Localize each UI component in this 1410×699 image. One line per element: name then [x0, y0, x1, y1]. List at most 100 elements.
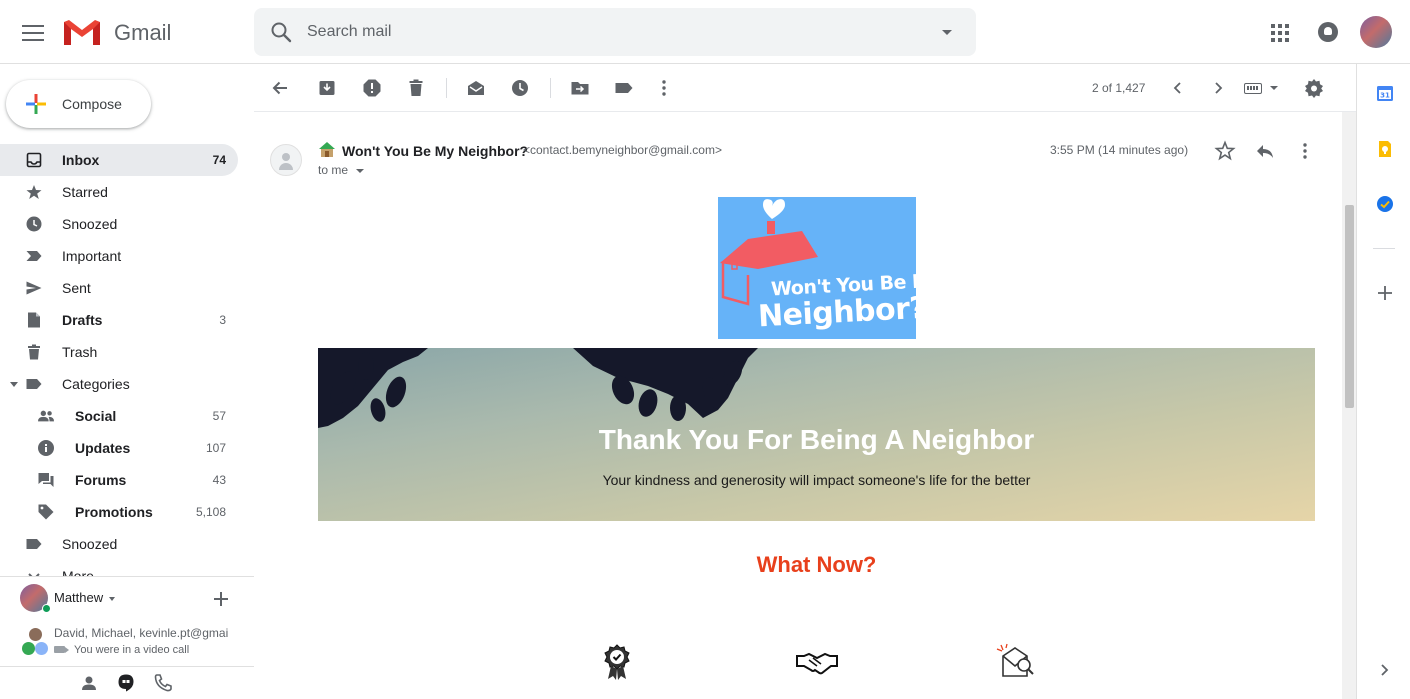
- nav-item-sent[interactable]: Sent: [0, 272, 238, 304]
- calendar-icon[interactable]: 31: [1376, 84, 1394, 102]
- show-details-icon[interactable]: [356, 169, 364, 173]
- expand-panel-chevron-icon[interactable]: [1376, 661, 1394, 679]
- nav-label: Drafts: [62, 312, 103, 328]
- input-tools-dropdown-icon[interactable]: [1270, 86, 1278, 90]
- star-icon[interactable]: [1214, 140, 1236, 162]
- compose-button[interactable]: Compose: [6, 80, 151, 128]
- people-icon: [38, 410, 54, 422]
- new-conversation-icon[interactable]: [214, 592, 228, 606]
- mark-unread-icon[interactable]: [466, 78, 486, 98]
- award-badge-icon: [604, 644, 630, 680]
- nav-item-inbox[interactable]: Inbox 74: [0, 144, 238, 176]
- nav-item-trash[interactable]: Trash: [0, 336, 238, 368]
- toolbar-separator: [446, 78, 447, 98]
- hangouts-user-name: Matthew: [54, 590, 104, 605]
- top-bar: Gmail Search mail: [0, 0, 1410, 64]
- tasks-icon[interactable]: [1376, 195, 1394, 213]
- search-input[interactable]: Search mail: [307, 23, 391, 41]
- nav-item-starred[interactable]: Starred: [0, 176, 238, 208]
- trash-icon: [28, 344, 40, 360]
- nav-item-snoozed[interactable]: Snoozed: [0, 208, 238, 240]
- nav-count: 5,108: [195, 505, 226, 519]
- nav-item-important[interactable]: Important: [0, 240, 238, 272]
- nav-count: 3: [219, 313, 226, 327]
- pagination-label: 2 of 1,427: [1092, 81, 1146, 95]
- nav-item-updates[interactable]: Updates 107: [0, 432, 238, 464]
- archive-icon[interactable]: [317, 78, 337, 98]
- reading-pane: Won't You Be My Neighbor? <contact.bemyn…: [254, 112, 1356, 699]
- nav-item-drafts[interactable]: Drafts 3: [0, 304, 238, 336]
- house-badge-icon: [319, 142, 335, 157]
- delete-icon[interactable]: [406, 78, 426, 98]
- main-menu-icon[interactable]: [20, 20, 46, 44]
- older-chevron-right-icon[interactable]: [1208, 78, 1228, 98]
- phone-icon[interactable]: [153, 673, 173, 693]
- nav-label: Forums: [75, 472, 127, 488]
- label-icon: [26, 379, 42, 389]
- contacts-icon[interactable]: [79, 673, 99, 693]
- hangouts-conversation[interactable]: David, Michael, kevinle.pt@gmail.com You…: [20, 626, 240, 660]
- gmail-logo-icon[interactable]: [62, 17, 102, 47]
- status-dropdown-icon[interactable]: [109, 597, 115, 601]
- nav-count: 74: [212, 153, 226, 167]
- nav-label: Social: [75, 408, 117, 424]
- nav-item-forums[interactable]: Forums 43: [0, 464, 238, 496]
- conversation-status: You were in a video call: [74, 644, 190, 656]
- account-avatar[interactable]: [1360, 16, 1392, 48]
- nav-label: Promotions: [75, 504, 153, 520]
- notifications-icon[interactable]: [1318, 22, 1338, 42]
- input-tools-keyboard-icon[interactable]: [1244, 83, 1262, 94]
- nav-item-social[interactable]: Social 57: [0, 400, 238, 432]
- compose-plus-icon: [26, 94, 46, 114]
- report-spam-icon[interactable]: [362, 78, 382, 98]
- nav-label: Snoozed: [62, 216, 118, 232]
- reply-icon[interactable]: [1254, 140, 1276, 162]
- scrollbar-thumb[interactable]: [1345, 205, 1354, 408]
- nav-label: Sent: [62, 280, 91, 296]
- more-vert-icon[interactable]: [654, 78, 674, 98]
- nav-item-more[interactable]: More: [0, 560, 238, 576]
- tag-icon: [38, 504, 54, 520]
- what-now-heading: What Now?: [756, 552, 877, 577]
- nav-count: 43: [212, 473, 226, 487]
- hangouts-tabs: [0, 666, 254, 699]
- nav-item-categories[interactable]: Categories: [0, 368, 238, 400]
- sender-avatar[interactable]: [270, 144, 302, 176]
- add-addon-icon[interactable]: [1376, 284, 1394, 302]
- apps-grid-icon[interactable]: [1271, 24, 1289, 42]
- hangouts-icon[interactable]: [116, 673, 136, 693]
- svg-text:31: 31: [1380, 92, 1390, 100]
- nav-label: Trash: [62, 344, 98, 360]
- sidebar-divider: [0, 576, 254, 577]
- labels-icon[interactable]: [614, 78, 634, 98]
- snooze-icon[interactable]: [510, 78, 530, 98]
- label-icon: [26, 539, 42, 549]
- search-bar[interactable]: Search mail: [254, 8, 976, 56]
- search-icon[interactable]: [270, 21, 292, 43]
- sidebar: Compose Inbox 74 Starred Snoozed Importa…: [0, 64, 254, 699]
- search-options-icon[interactable]: [942, 30, 952, 35]
- move-to-icon[interactable]: [570, 78, 590, 98]
- important-icon: [26, 251, 42, 261]
- conversation-names: David, Michael, kevinle.pt@gmail.com: [54, 626, 229, 640]
- message-time: 3:55 PM (14 minutes ago): [1050, 143, 1189, 157]
- nav-item-promotions[interactable]: Promotions 5,108: [0, 496, 238, 528]
- settings-gear-icon[interactable]: [1304, 78, 1324, 98]
- nav-list: Inbox 74 Starred Snoozed Important Sent …: [0, 144, 254, 576]
- nav-label: Categories: [62, 376, 130, 392]
- sender-email: <contact.bemyneighbor@gmail.com>: [523, 143, 722, 157]
- newer-chevron-left-icon[interactable]: [1168, 78, 1188, 98]
- keep-icon[interactable]: [1376, 140, 1394, 158]
- side-panel-rail: 31: [1356, 64, 1410, 699]
- rail-divider: [1373, 248, 1395, 249]
- online-status-icon: [42, 604, 51, 613]
- nav-item-snoozed-label[interactable]: Snoozed: [0, 528, 238, 560]
- hero-banner: Thank You For Being A Neighbor Your kind…: [318, 348, 1315, 521]
- expand-arrow-icon[interactable]: [10, 382, 18, 387]
- participant-avatar-icon: [29, 628, 42, 641]
- sender-name[interactable]: Won't You Be My Neighbor?: [342, 143, 528, 159]
- star-icon: [26, 185, 42, 199]
- recipient-label: to me: [318, 163, 349, 177]
- back-arrow-icon[interactable]: [270, 78, 290, 98]
- more-vert-icon[interactable]: [1294, 140, 1316, 162]
